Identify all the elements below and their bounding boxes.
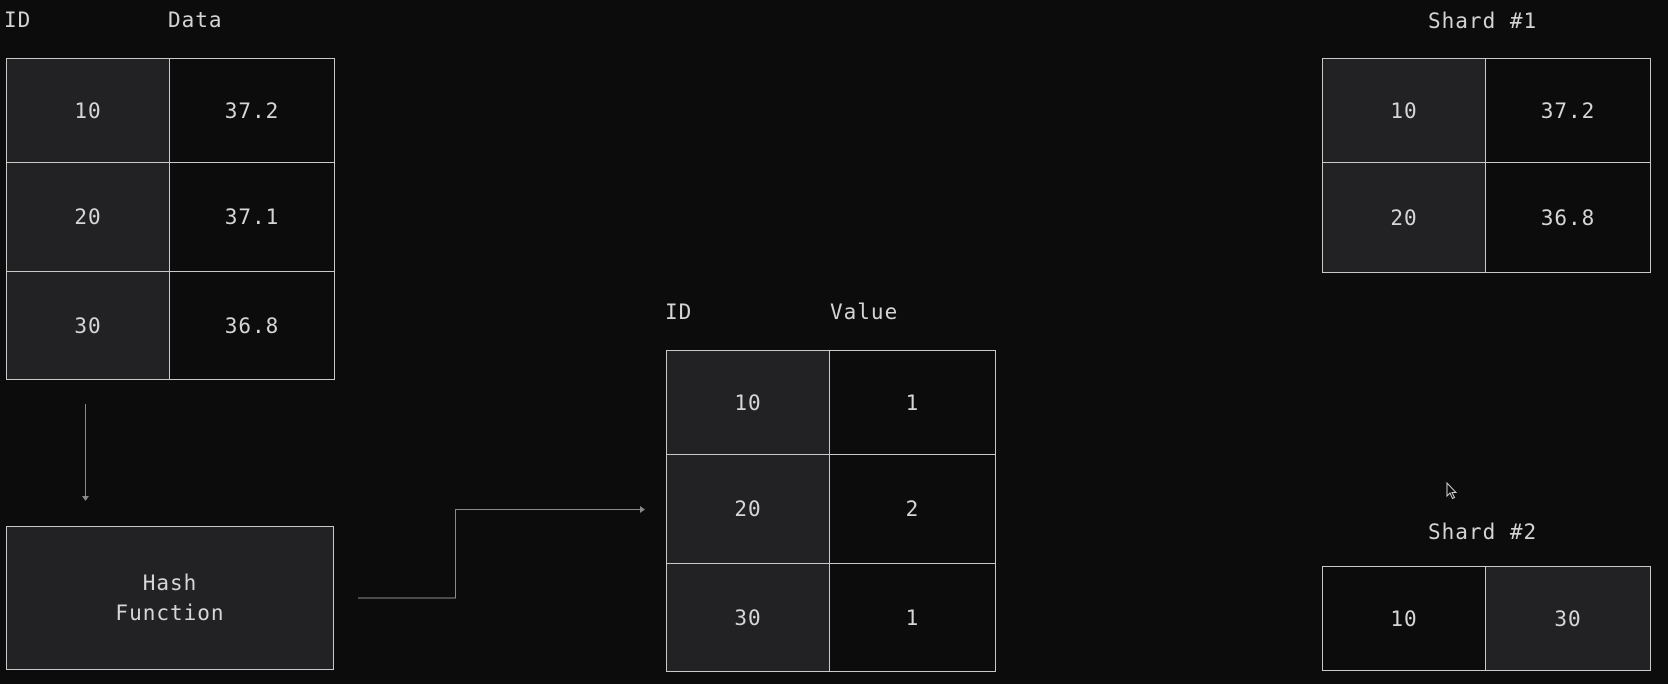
arrowhead-down-icon [82,496,89,501]
arrowhead-right-icon [640,506,645,513]
connector-arrows [82,404,645,599]
arrow-hash-to-table [358,509,640,599]
mouse-cursor-icon [1446,482,1458,500]
